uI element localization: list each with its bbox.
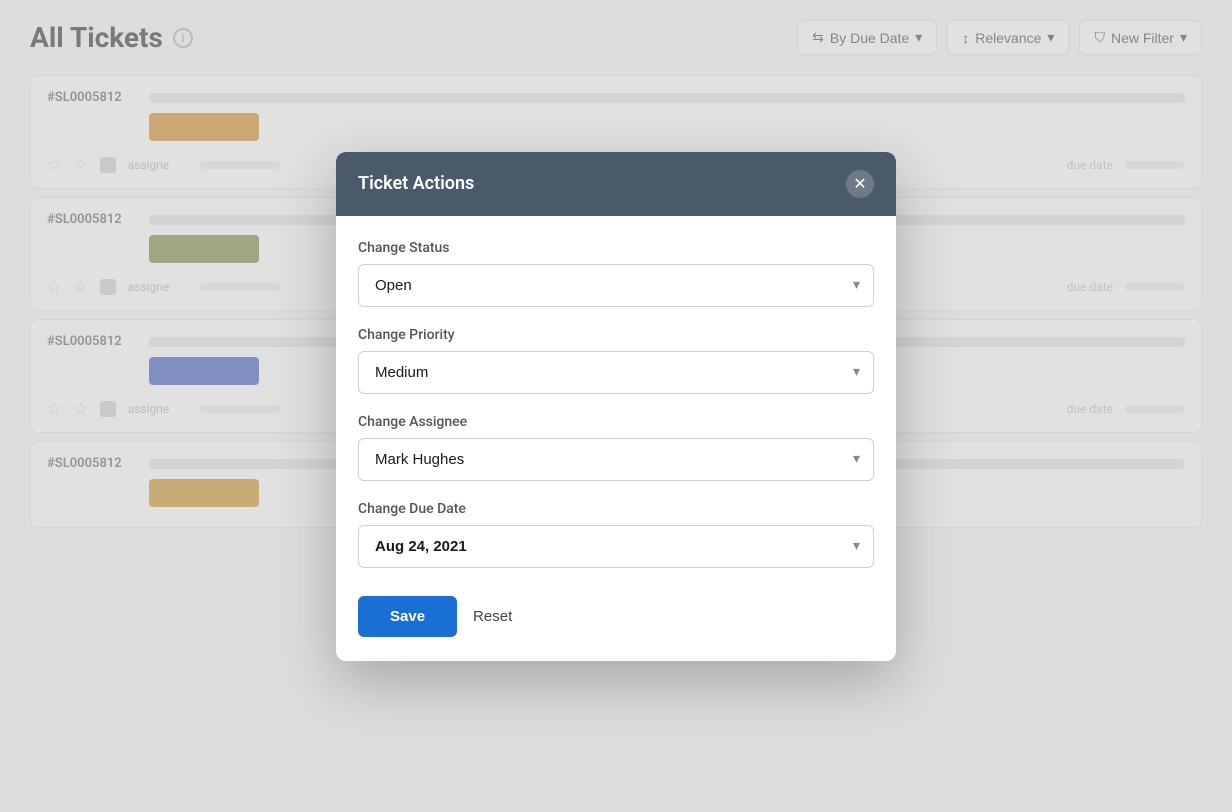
due-date-select-wrapper: Aug 24, 2021 Sep 1, 2021 Oct 15, 2021 ▾	[358, 525, 874, 568]
assignee-select-wrapper: Mark Hughes Jane Doe John Smith ▾	[358, 438, 874, 481]
reset-button[interactable]: Reset	[473, 608, 512, 625]
modal-title: Ticket Actions	[358, 173, 474, 194]
status-select[interactable]: Open In Progress Closed Pending	[358, 264, 874, 307]
change-assignee-group: Change Assignee Mark Hughes Jane Doe Joh…	[358, 414, 874, 481]
change-assignee-label: Change Assignee	[358, 414, 874, 430]
modal-close-button[interactable]: ✕	[846, 170, 874, 198]
close-icon: ✕	[853, 174, 866, 194]
due-date-select[interactable]: Aug 24, 2021 Sep 1, 2021 Oct 15, 2021	[358, 525, 874, 568]
assignee-select[interactable]: Mark Hughes Jane Doe John Smith	[358, 438, 874, 481]
modal-body: Change Status Open In Progress Closed Pe…	[336, 216, 896, 596]
status-select-wrapper: Open In Progress Closed Pending ▾	[358, 264, 874, 307]
change-due-date-group: Change Due Date Aug 24, 2021 Sep 1, 2021…	[358, 501, 874, 568]
change-priority-label: Change Priority	[358, 327, 874, 343]
ticket-actions-modal: Ticket Actions ✕ Change Status Open In P…	[336, 152, 896, 661]
save-button[interactable]: Save	[358, 596, 457, 637]
change-due-date-label: Change Due Date	[358, 501, 874, 517]
modal-overlay: Ticket Actions ✕ Change Status Open In P…	[0, 0, 1232, 812]
change-priority-group: Change Priority Low Medium High Critical…	[358, 327, 874, 394]
priority-select-wrapper: Low Medium High Critical ▾	[358, 351, 874, 394]
modal-footer: Save Reset	[336, 596, 896, 661]
priority-select[interactable]: Low Medium High Critical	[358, 351, 874, 394]
change-status-label: Change Status	[358, 240, 874, 256]
modal-header: Ticket Actions ✕	[336, 152, 896, 216]
change-status-group: Change Status Open In Progress Closed Pe…	[358, 240, 874, 307]
